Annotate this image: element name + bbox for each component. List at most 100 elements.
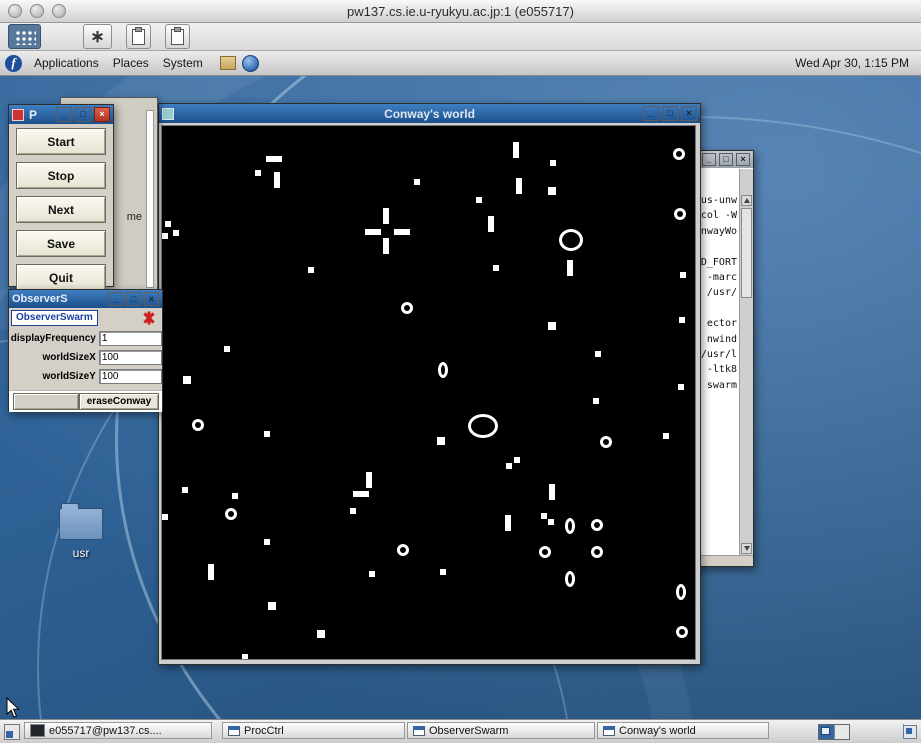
start-button[interactable]: Start xyxy=(16,128,106,155)
life-cell xyxy=(548,322,556,330)
close-button[interactable]: × xyxy=(736,153,750,166)
window-list-applet-icon[interactable] xyxy=(4,724,20,740)
grid-icon xyxy=(13,28,36,45)
life-cell xyxy=(679,317,685,323)
procctrl-titlebar[interactable]: P _ □ × xyxy=(9,105,113,124)
taskbar-item-observerswarm[interactable]: ObserverSwarm xyxy=(407,722,595,739)
worldsizex-input[interactable]: 100 xyxy=(98,350,162,365)
paste-clipboard-button[interactable] xyxy=(126,24,151,49)
observerswarm-body: ObserverSwarm displayFrequency 1 worldSi… xyxy=(9,308,162,412)
life-cell xyxy=(350,508,356,514)
browser-globe-icon[interactable] xyxy=(241,54,259,72)
life-cell xyxy=(595,351,601,357)
mac-window-title: pw137.cs.ie.u-ryukyu.ac.jp:1 (e055717) xyxy=(347,3,574,19)
worldsizey-input[interactable]: 100 xyxy=(98,369,162,384)
life-cell xyxy=(383,208,389,224)
close-button[interactable]: × xyxy=(94,107,110,122)
background-window-text: me xyxy=(126,211,142,223)
life-cell xyxy=(516,178,522,194)
eraseconway-button[interactable]: eraseConway xyxy=(79,393,159,410)
conways-world-titlebar[interactable]: Conway's world _ □ × xyxy=(159,104,700,123)
life-ring xyxy=(438,362,448,378)
menu-system[interactable]: System xyxy=(156,56,210,70)
blank-button[interactable] xyxy=(13,393,79,410)
star-icon: ∗ xyxy=(90,26,105,46)
life-cell xyxy=(183,376,191,384)
life-cell xyxy=(541,513,547,519)
taskbar-item-terminal[interactable]: e055717@pw137.cs.... xyxy=(24,722,212,739)
desktop-icon-usr[interactable]: usr xyxy=(52,503,110,560)
taskbar: e055717@pw137.cs.... ProcCtrl ObserverSw… xyxy=(0,719,921,743)
background-window-panel xyxy=(146,110,154,288)
package-launcher-icon[interactable] xyxy=(219,56,236,70)
observerswarm-name-button[interactable]: ObserverSwarm xyxy=(11,310,98,326)
life-cell xyxy=(242,654,248,659)
scroll-up-icon[interactable] xyxy=(741,195,752,206)
displayfrequency-input[interactable]: 1 xyxy=(98,331,162,346)
life-ring xyxy=(676,584,686,600)
life-canvas[interactable] xyxy=(161,125,696,660)
terminal-scrollbar[interactable] xyxy=(739,169,753,556)
scrollbar-thumb[interactable] xyxy=(741,208,752,298)
maximize-button[interactable]: □ xyxy=(75,107,91,122)
minimize-button[interactable]: _ xyxy=(702,153,716,166)
mac-titlebar: pw137.cs.ie.u-ryukyu.ac.jp:1 (e055717) xyxy=(0,0,921,23)
send-keys-button[interactable]: ∗ xyxy=(83,24,112,49)
taskbar-item-conways-world[interactable]: Conway's world xyxy=(597,722,769,739)
minimize-button[interactable]: _ xyxy=(56,107,72,122)
window-icon xyxy=(603,725,615,736)
observerswarm-titlebar[interactable]: ObserverS _ □ × xyxy=(9,290,162,308)
life-cell xyxy=(548,187,556,195)
procctrl-body: Start Stop Next Save Quit xyxy=(9,124,113,291)
life-ring xyxy=(397,544,409,556)
fullscreen-grid-button[interactable] xyxy=(8,24,41,49)
life-ring xyxy=(591,546,603,558)
taskbar-item-procctrl[interactable]: ProcCtrl xyxy=(222,722,405,739)
life-cell xyxy=(264,431,270,437)
life-cell xyxy=(505,515,511,531)
save-button[interactable]: Save xyxy=(16,230,106,257)
life-cell xyxy=(165,221,171,227)
folder-icon xyxy=(59,503,103,540)
life-cell xyxy=(493,265,499,271)
displayfrequency-label: displayFrequency xyxy=(10,333,96,344)
quit-button[interactable]: Quit xyxy=(16,264,106,291)
life-cell xyxy=(369,571,375,577)
tray-applet-icon[interactable] xyxy=(903,725,917,739)
life-ring xyxy=(468,414,498,438)
life-cell xyxy=(274,172,280,188)
life-cell xyxy=(224,346,230,352)
life-cell xyxy=(173,230,179,236)
workspace-1[interactable] xyxy=(819,725,834,739)
life-cell xyxy=(437,437,445,445)
life-ring xyxy=(676,626,688,638)
menu-applications[interactable]: Applications xyxy=(27,56,106,70)
minimize-button[interactable]: _ xyxy=(108,292,123,306)
life-cell xyxy=(366,472,372,488)
red-star-icon[interactable] xyxy=(142,311,155,325)
stop-button[interactable]: Stop xyxy=(16,162,106,189)
workspace-2[interactable] xyxy=(833,725,849,739)
life-ring xyxy=(225,508,237,520)
next-button[interactable]: Next xyxy=(16,196,106,223)
life-cell xyxy=(548,519,554,525)
menu-places[interactable]: Places xyxy=(106,56,156,70)
life-cell xyxy=(550,160,556,166)
maximize-button[interactable]: □ xyxy=(126,292,141,306)
life-ring xyxy=(192,419,204,431)
maximize-button[interactable]: □ xyxy=(719,153,733,166)
panel-clock[interactable]: Wed Apr 30, 1:15 PM xyxy=(795,56,909,70)
workspace-switcher[interactable] xyxy=(818,724,850,740)
close-button[interactable]: × xyxy=(144,292,159,306)
life-cell xyxy=(268,602,276,610)
life-ring xyxy=(565,571,575,587)
life-cell xyxy=(383,238,389,254)
fedora-logo-icon[interactable]: f xyxy=(5,54,22,72)
window-icon xyxy=(228,725,240,736)
vnc-toolbar: ∗ xyxy=(0,23,921,51)
copy-clipboard-button[interactable] xyxy=(165,24,190,49)
life-cell xyxy=(513,142,519,158)
scroll-down-icon[interactable] xyxy=(741,543,752,554)
life-cell xyxy=(567,260,573,276)
life-ring xyxy=(600,436,612,448)
